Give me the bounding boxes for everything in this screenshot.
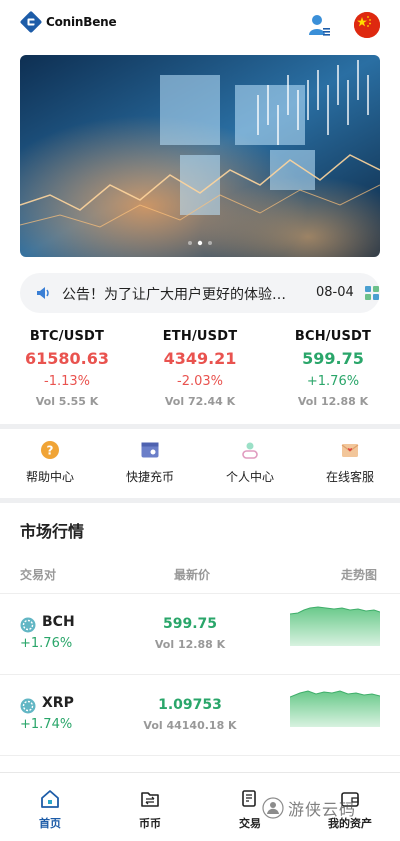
promo-banner[interactable] xyxy=(20,55,380,257)
svg-text:?: ? xyxy=(47,444,54,458)
section-divider xyxy=(0,498,400,503)
tab-home[interactable]: 首页 xyxy=(0,789,100,831)
tab-label: 币币 xyxy=(139,817,161,830)
coin-name: BCH xyxy=(42,614,75,630)
ticker-change: -1.13% xyxy=(44,374,90,389)
quick-link-support[interactable]: 在线客服 xyxy=(300,440,400,485)
ticker-volume: Vol 12.88 K xyxy=(297,395,369,408)
market-row-xrp[interactable]: XRP +1.74% 1.09753 Vol 44140.18 K xyxy=(0,675,400,755)
coin-price: 599.75 xyxy=(162,616,218,632)
quick-link-label: 在线客服 xyxy=(325,470,374,484)
coin-name: XRP xyxy=(42,695,74,711)
announcement-bar[interactable]: 公告！为了让广大用户更好的体验… 08-04 xyxy=(20,273,380,313)
banner-image xyxy=(20,55,380,257)
market-title: 市场行情 xyxy=(20,522,85,541)
logo-icon xyxy=(20,11,42,33)
quick-link-label: 帮助中心 xyxy=(25,470,74,484)
ticker-volume: Vol 5.55 K xyxy=(35,395,99,408)
coin-volume: Vol 12.88 K xyxy=(154,638,226,651)
column-header-pair: 交易对 xyxy=(20,568,57,582)
brand-logo[interactable]: ConinBene xyxy=(20,11,117,33)
ticker-btc[interactable]: BTC/USDT 61580.63 -1.13% Vol 5.55 K xyxy=(0,322,134,408)
ticker-pair: BTC/USDT xyxy=(29,329,105,344)
grid-icon[interactable] xyxy=(364,285,380,301)
profile-icon xyxy=(242,442,258,459)
tab-spot[interactable]: 币币 xyxy=(100,789,200,831)
quick-link-label: 快捷充币 xyxy=(125,470,174,484)
ticker-pair: BCH/USDT xyxy=(294,329,372,344)
app-header: ConinBene xyxy=(0,0,400,50)
ticker-bch[interactable]: BCH/USDT 599.75 +1.76% Vol 12.88 K xyxy=(266,322,400,408)
trend-sparkline xyxy=(290,690,380,727)
watermark-text: 游侠云码 xyxy=(288,800,357,819)
coin-icon xyxy=(20,698,36,714)
watermark: 游侠云码 xyxy=(262,796,380,820)
ticker-change: +1.76% xyxy=(306,374,360,389)
announcement-text[interactable]: 公告！为了让广大用户更好的体验… xyxy=(62,284,312,304)
watermark-logo-icon xyxy=(262,797,284,819)
ticker-strip: BTC/USDT 61580.63 -1.13% Vol 5.55 K ETH/… xyxy=(0,322,400,422)
section-divider xyxy=(0,424,400,429)
ticker-eth[interactable]: ETH/USDT 4349.21 -2.03% Vol 72.44 K xyxy=(133,322,267,408)
help-icon: ? xyxy=(41,441,59,459)
column-header-price: 最新价 xyxy=(174,568,211,582)
document-icon xyxy=(242,790,256,807)
ticker-price: 4349.21 xyxy=(163,349,237,368)
market-row-bch[interactable]: BCH +1.76% 599.75 Vol 12.88 K xyxy=(0,594,400,674)
quick-links: ? 帮助中心 快捷充币 个人中心 在线客服 xyxy=(0,430,400,498)
brand-name: ConinBene xyxy=(46,15,117,29)
trend-sparkline xyxy=(290,606,380,646)
ticker-pair: ETH/USDT xyxy=(162,329,238,344)
column-header-trend: 走势图 xyxy=(341,568,378,582)
announcement-date: 08-04 xyxy=(316,285,354,300)
coin-price: 1.09753 xyxy=(158,697,222,713)
row-divider xyxy=(0,755,400,756)
folder-swap-icon xyxy=(141,792,159,807)
coin-change: +1.74% xyxy=(20,717,73,732)
ticker-price: 599.75 xyxy=(302,349,364,368)
user-icon[interactable] xyxy=(306,12,332,38)
home-icon xyxy=(41,790,59,808)
mail-heart-icon xyxy=(341,444,359,457)
quick-link-profile[interactable]: 个人中心 xyxy=(200,440,300,485)
quick-link-help[interactable]: ? 帮助中心 xyxy=(0,440,100,485)
tab-label: 首页 xyxy=(39,817,61,830)
ticker-price: 61580.63 xyxy=(24,349,109,368)
coin-icon xyxy=(20,617,36,633)
coin-change: +1.76% xyxy=(20,636,73,651)
ticker-change: -2.03% xyxy=(177,374,223,389)
speaker-icon xyxy=(37,287,49,299)
quick-link-label: 个人中心 xyxy=(225,470,274,484)
coin-volume: Vol 44140.18 K xyxy=(143,719,237,732)
wallet-icon xyxy=(141,442,159,458)
china-flag-icon[interactable] xyxy=(354,12,380,38)
quick-link-deposit[interactable]: 快捷充币 xyxy=(100,440,200,485)
ticker-volume: Vol 72.44 K xyxy=(164,395,236,408)
